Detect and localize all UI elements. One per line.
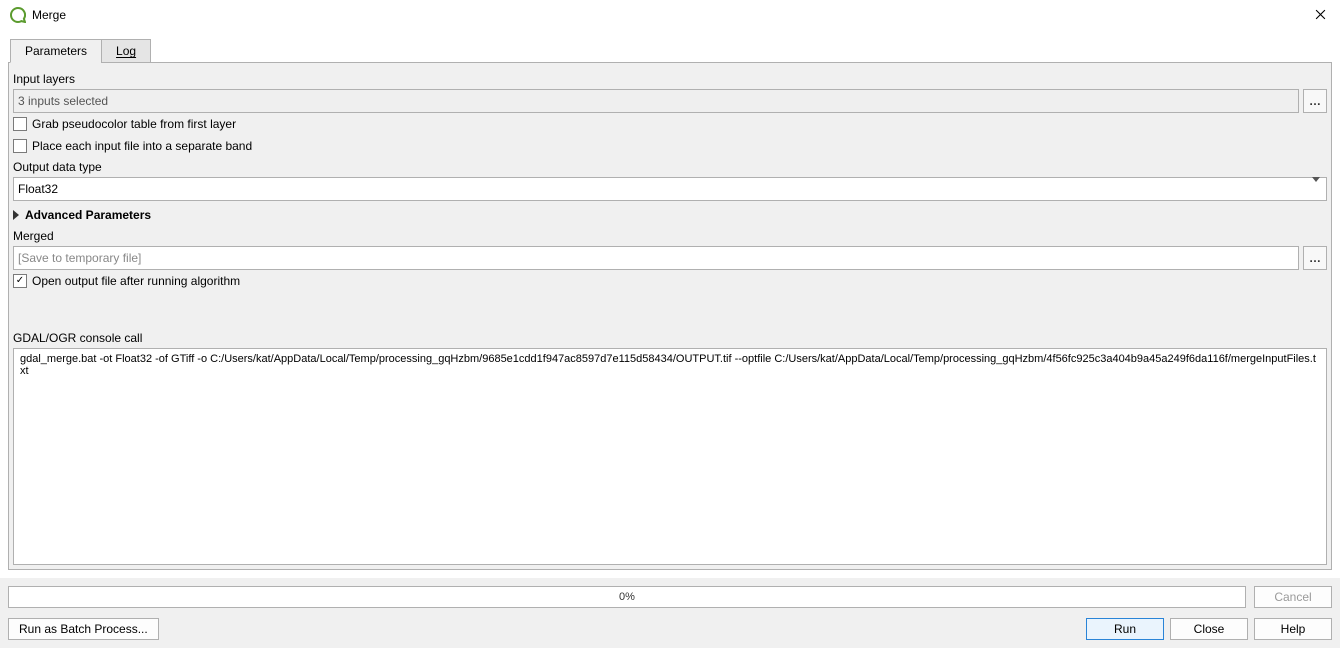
ellipsis-icon: …: [1309, 251, 1321, 265]
advanced-parameters-toggle[interactable]: Advanced Parameters: [13, 208, 1327, 222]
tab-parameters-label: Parameters: [25, 44, 87, 58]
cancel-button-label: Cancel: [1274, 590, 1311, 604]
title-bar: Merge: [0, 0, 1340, 30]
merged-output-field[interactable]: [Save to temporary file]: [13, 246, 1299, 270]
output-data-type-value: Float32: [18, 182, 58, 196]
dialog-footer: 0% Cancel Run as Batch Process... Run Cl…: [0, 578, 1340, 648]
run-batch-label: Run as Batch Process...: [19, 622, 148, 636]
tab-log-label: Log: [116, 44, 136, 58]
progress-bar: 0%: [8, 586, 1246, 608]
ellipsis-icon: …: [1309, 94, 1321, 108]
close-button[interactable]: Close: [1170, 618, 1248, 640]
open-output-label: Open output file after running algorithm: [32, 274, 240, 288]
pseudocolor-checkbox[interactable]: [13, 117, 27, 131]
tab-parameters[interactable]: Parameters: [10, 39, 102, 63]
separate-band-checkbox[interactable]: [13, 139, 27, 153]
close-icon[interactable]: [1311, 3, 1330, 27]
tab-log[interactable]: Log: [101, 39, 151, 63]
output-data-type-label: Output data type: [13, 160, 1327, 174]
app-icon: [10, 7, 26, 23]
merged-browse-button[interactable]: …: [1303, 246, 1327, 270]
run-button[interactable]: Run: [1086, 618, 1164, 640]
input-layers-value: 3 inputs selected: [18, 94, 108, 108]
close-button-label: Close: [1194, 622, 1225, 636]
advanced-parameters-label: Advanced Parameters: [25, 208, 151, 222]
tab-bar: Parameters Log: [10, 39, 1332, 63]
console-call-label: GDAL/OGR console call: [13, 331, 1327, 345]
help-button[interactable]: Help: [1254, 618, 1332, 640]
progress-percent: 0%: [619, 591, 635, 603]
pseudocolor-label: Grab pseudocolor table from first layer: [32, 117, 236, 131]
parameters-panel: Input layers 3 inputs selected … Grab ps…: [8, 62, 1332, 570]
merged-label: Merged: [13, 229, 1327, 243]
chevron-right-icon: [13, 210, 19, 220]
window-title: Merge: [32, 8, 66, 22]
input-layers-field[interactable]: 3 inputs selected: [13, 89, 1299, 113]
dialog-body: Parameters Log Input layers 3 inputs sel…: [0, 30, 1340, 578]
input-layers-browse-button[interactable]: …: [1303, 89, 1327, 113]
output-data-type-select[interactable]: Float32: [13, 177, 1327, 201]
open-output-checkbox[interactable]: ✓: [13, 274, 27, 288]
chevron-down-icon: [1312, 182, 1320, 196]
run-batch-button[interactable]: Run as Batch Process...: [8, 618, 159, 640]
run-button-label: Run: [1114, 622, 1136, 636]
input-layers-label: Input layers: [13, 72, 1327, 86]
help-button-label: Help: [1281, 622, 1306, 636]
merged-placeholder: [Save to temporary file]: [18, 251, 141, 265]
console-call-text[interactable]: gdal_merge.bat -ot Float32 -of GTiff -o …: [13, 348, 1327, 565]
separate-band-label: Place each input file into a separate ba…: [32, 139, 252, 153]
cancel-button[interactable]: Cancel: [1254, 586, 1332, 608]
